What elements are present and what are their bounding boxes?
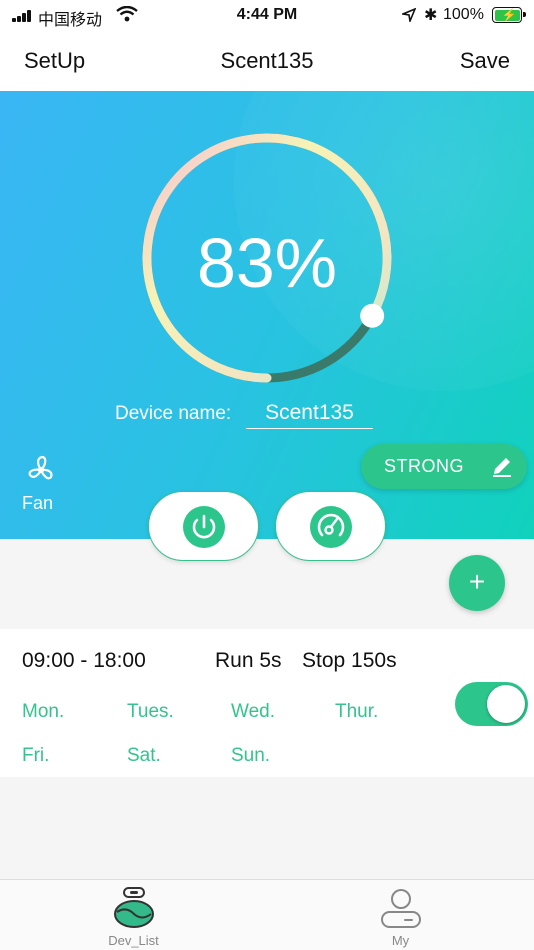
tab-dev-list-label: Dev_List <box>108 933 159 948</box>
day-sat: Sat. <box>127 745 161 766</box>
fan-label: Fan <box>22 493 54 513</box>
device-hero-panel: 83% Device name: Scent135 Fan STRONG <box>0 91 534 539</box>
day-sun: Sun. <box>231 745 271 766</box>
tab-my[interactable]: My <box>267 880 534 950</box>
schedule-run-duration: Run 5s <box>215 649 282 672</box>
timer-button[interactable] <box>275 491 386 561</box>
intensity-mode-button[interactable]: STRONG <box>361 444 527 489</box>
tab-bar: Dev_List My <box>0 879 534 950</box>
device-name-label: Device name: <box>115 403 232 424</box>
timer-dial-icon <box>310 506 352 548</box>
day-tue: Tues. <box>127 701 174 722</box>
gauge-handle[interactable] <box>360 303 385 328</box>
bluetooth-icon: ✱ <box>424 7 438 24</box>
device-list-icon <box>114 887 154 928</box>
schedule-time-range: 09:00 - 18:00 <box>22 649 146 672</box>
schedule-toggle[interactable] <box>455 682 528 726</box>
save-button[interactable]: Save <box>460 48 510 74</box>
setup-button[interactable]: SetUp <box>24 48 85 74</box>
battery-percent: 100% <box>443 6 484 23</box>
power-icon <box>183 506 225 548</box>
intensity-mode-label: STRONG <box>384 456 465 476</box>
day-wed: Wed. <box>231 701 276 722</box>
intensity-percent: 83% <box>196 224 338 302</box>
location-icon <box>402 8 416 22</box>
add-schedule-button[interactable]: + <box>449 555 505 611</box>
nav-bar: Scent135 SetUp Save <box>0 30 534 91</box>
battery-icon: ⚡ <box>492 7 526 23</box>
tab-dev-list[interactable]: Dev_List <box>0 880 267 950</box>
power-button[interactable] <box>148 491 259 561</box>
day-mon: Mon. <box>22 701 65 722</box>
schedule-stop-duration: Stop 150s <box>302 649 397 672</box>
device-name-field[interactable]: Scent135 <box>246 401 373 429</box>
day-fri: Fri. <box>22 745 50 766</box>
toggle-knob <box>487 685 525 723</box>
schedule-card[interactable]: 09:00 - 18:00 Run 5s Stop 150s Mon. Tues… <box>0 629 534 777</box>
user-icon <box>381 889 421 928</box>
fan-icon[interactable] <box>24 453 58 487</box>
pencil-icon <box>493 458 511 477</box>
status-bar: 中国移动 4:44 PM ✱ 100% ⚡ <box>0 0 534 30</box>
tab-my-label: My <box>391 933 410 948</box>
day-thu: Thur. <box>335 701 379 722</box>
